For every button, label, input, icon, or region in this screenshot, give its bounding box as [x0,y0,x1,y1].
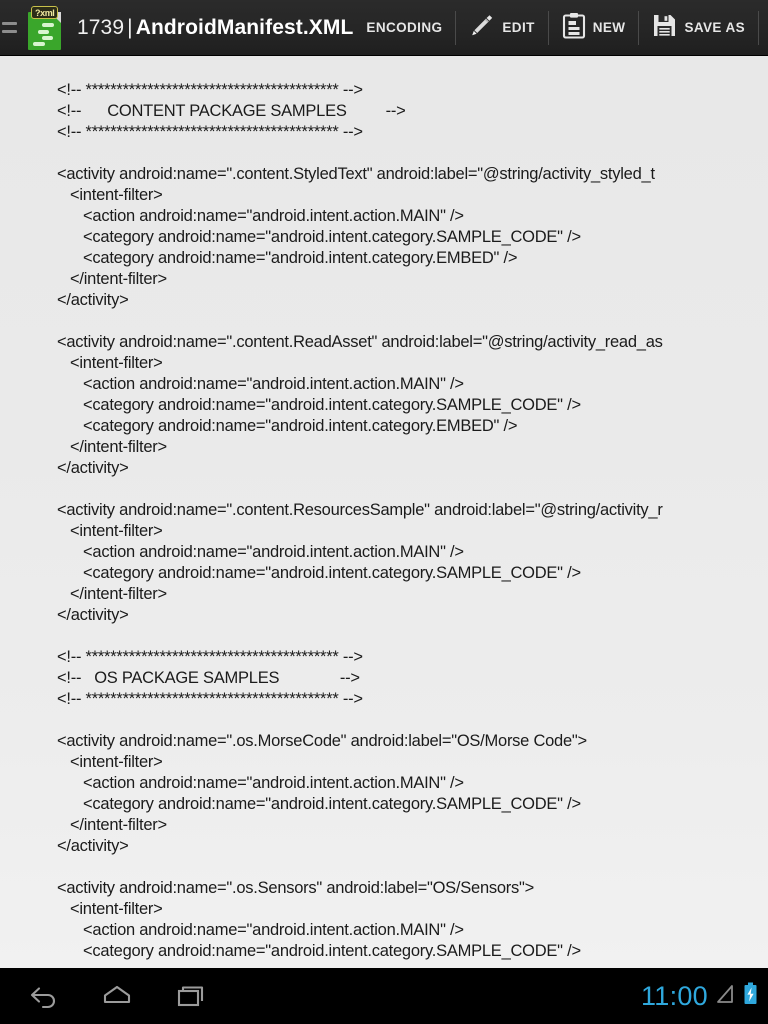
encoding-label: ENCODING [366,20,443,35]
system-navigation-bar: 11:00 [0,968,768,1024]
code-line: <intent-filter> [57,522,163,540]
file-name: AndroidManifest.XML [135,15,354,39]
edit-button[interactable]: EDIT [456,0,547,56]
save-as-label: SAVE AS [684,20,746,35]
hamburger-bar [2,30,17,33]
code-line: <!-- OS PACKAGE SAMPLES --> [57,669,360,687]
code-viewer[interactable]: <!-- ***********************************… [0,56,768,968]
code-line: <action android:name="android.intent.act… [57,921,464,939]
title-separator: | [127,15,133,39]
edit-label: EDIT [502,20,535,35]
code-line: </intent-filter> [57,438,167,456]
code-line: <category android:name="android.intent.c… [57,942,581,960]
code-line: <intent-filter> [57,753,163,771]
xml-badge-label: ?xml [31,5,59,19]
code-line: <!-- ***********************************… [57,648,363,666]
code-line: </activity> [57,459,129,477]
code-line: <activity android:name=".os.Sensors" and… [57,879,535,897]
code-line: <category android:name="android.intent.c… [57,417,518,435]
new-label: NEW [592,20,626,35]
pencil-icon [469,12,495,43]
xml-file-icon[interactable]: ?xml [26,5,64,52]
hamburger-bar [2,22,17,25]
file-mark [42,35,53,40]
code-line: </intent-filter> [57,585,167,603]
nav-buttons [0,977,210,1015]
code-line: </activity> [57,606,129,624]
file-mark [42,22,54,27]
overflow-menu-icon[interactable] [759,0,768,56]
code-line: <activity android:name=".content.Resourc… [57,501,663,519]
code-line: <category android:name="android.intent.c… [57,564,581,582]
battery-charging-icon [743,982,758,1010]
code-line: <action android:name="android.intent.act… [57,543,464,561]
code-line: <!-- ***********************************… [57,81,363,99]
encoding-button[interactable]: ENCODING [353,0,455,56]
code-line: <!-- ***********************************… [57,123,363,141]
code-line: <category android:name="android.intent.c… [57,228,581,246]
file-mark [33,41,45,46]
clock: 11:00 [640,980,708,1011]
code-line: </activity> [57,837,129,855]
action-buttons: ENCODING EDIT NEW SAVE AS [353,0,768,56]
code-line: </intent-filter> [57,816,167,834]
code-line: <!-- ***********************************… [57,690,363,708]
save-as-button[interactable]: SAVE AS [639,0,758,56]
action-bar: ?xml 1739|AndroidManifest.XML ENCODING [0,0,768,56]
app-root: ?xml 1739|AndroidManifest.XML ENCODING [0,0,768,1024]
code-line: <intent-filter> [57,186,163,204]
recent-apps-icon[interactable] [172,977,210,1015]
code-line: </activity> [57,291,129,309]
code-line: <activity android:name=".os.MorseCode" a… [57,732,587,750]
code-lines: <!-- ***********************************… [0,56,768,962]
code-line: <action android:name="android.intent.act… [57,375,464,393]
code-line: <activity android:name=".content.ReadAss… [57,333,663,351]
code-line: <action android:name="android.intent.act… [57,774,464,792]
code-line: <activity android:name=".content.StyledT… [57,165,655,183]
code-line: <intent-filter> [57,900,163,918]
code-line: <category android:name="android.intent.c… [57,249,518,267]
floppy-disk-icon [652,13,677,43]
status-area: 11:00 [641,968,758,1024]
code-line: </intent-filter> [57,270,167,288]
code-line: <category android:name="android.intent.c… [57,795,581,813]
code-line: <action android:name="android.intent.act… [57,207,464,225]
signal-triangle-icon [715,983,736,1010]
clipboard-icon [562,12,586,44]
new-button[interactable]: NEW [549,0,639,56]
page-title: 1739 | AndroidManifest.XML [77,16,353,40]
hamburger-menu-icon[interactable] [0,0,20,56]
home-icon[interactable] [98,977,136,1015]
file-number: 1739 [77,15,125,39]
back-arrow-icon[interactable] [24,977,62,1015]
file-mark [38,29,49,34]
code-line: <!-- CONTENT PACKAGE SAMPLES --> [57,102,406,120]
code-line: <category android:name="android.intent.c… [57,396,581,414]
code-line: <intent-filter> [57,354,163,372]
